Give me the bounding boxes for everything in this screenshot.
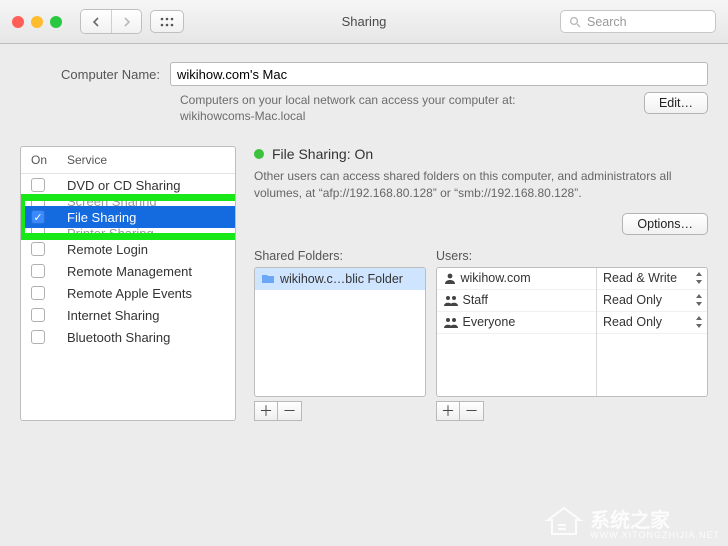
checkbox[interactable] [31, 286, 45, 300]
add-user-button[interactable]: ＋ [436, 401, 460, 421]
status-dot-icon [254, 149, 264, 159]
permission-select[interactable]: Read Only [597, 290, 707, 312]
checkbox[interactable] [31, 308, 45, 322]
service-row-bluetooth-sharing[interactable]: Bluetooth Sharing [21, 326, 235, 348]
user-icon [443, 272, 457, 284]
add-folder-button[interactable]: ＋ [254, 401, 278, 421]
forward-button[interactable] [111, 10, 141, 33]
computer-name-help: Computers on your local network can acce… [180, 92, 634, 124]
shared-folders-label: Shared Folders: [254, 249, 426, 263]
search-field[interactable]: Search [560, 10, 716, 33]
grid-icon [160, 17, 174, 27]
list-item[interactable]: Staff [437, 290, 596, 312]
checkbox[interactable] [31, 228, 45, 238]
permission-select[interactable]: Read Only [597, 312, 707, 334]
stepper-icon [695, 294, 703, 306]
checkbox[interactable] [31, 196, 45, 206]
service-row-screen-sharing[interactable]: Screen Sharing [21, 196, 235, 206]
checkbox[interactable] [31, 330, 45, 344]
content: Computer Name: Computers on your local n… [0, 44, 728, 433]
chevron-left-icon [92, 17, 100, 27]
checkbox[interactable] [31, 264, 45, 278]
service-row-dvd[interactable]: DVD or CD Sharing [21, 174, 235, 196]
zoom-button[interactable] [50, 16, 62, 28]
status-title: File Sharing: On [272, 146, 373, 162]
group-icon [443, 316, 459, 328]
service-list[interactable]: On Service DVD or CD Sharing Screen Shar… [20, 146, 236, 420]
status-description: Other users can access shared folders on… [254, 168, 708, 200]
chevron-right-icon [123, 17, 131, 27]
users-label: Users: [436, 249, 708, 263]
folder-icon [261, 273, 275, 284]
shared-folders-list[interactable]: wikihow.c…blic Folder [254, 267, 426, 397]
nav-group [80, 9, 142, 34]
checkbox[interactable] [31, 178, 45, 192]
service-row-remote-apple-events[interactable]: Remote Apple Events [21, 282, 235, 304]
users-list[interactable]: wikihow.com Staff Everyone [436, 267, 708, 397]
options-button[interactable]: Options… [622, 213, 708, 235]
house-icon [544, 504, 584, 540]
search-icon [569, 16, 581, 28]
service-row-remote-login[interactable]: Remote Login [21, 238, 235, 260]
back-button[interactable] [81, 10, 111, 33]
watermark: 系统之家 WWW.XITONGZHIJIA.NET [544, 504, 720, 540]
edit-button[interactable]: Edit… [644, 92, 708, 114]
titlebar: Sharing Search [0, 0, 728, 44]
service-row-printer-sharing[interactable]: Printer Sharing [21, 228, 235, 238]
checkbox[interactable] [31, 242, 45, 256]
window-controls [12, 16, 62, 28]
computer-name-label: Computer Name: [20, 67, 160, 82]
group-icon [443, 294, 459, 306]
service-row-internet-sharing[interactable]: Internet Sharing [21, 304, 235, 326]
list-item[interactable]: Everyone [437, 312, 596, 334]
list-item[interactable]: wikihow.c…blic Folder [255, 268, 425, 290]
remove-folder-button[interactable]: － [278, 401, 302, 421]
stepper-icon [695, 316, 703, 328]
detail-pane: File Sharing: On Other users can access … [254, 146, 708, 420]
service-list-header: On Service [21, 147, 235, 174]
permission-select[interactable]: Read & Write [597, 268, 707, 290]
close-button[interactable] [12, 16, 24, 28]
list-item[interactable]: wikihow.com [437, 268, 596, 290]
service-row-remote-management[interactable]: Remote Management [21, 260, 235, 282]
checkbox-checked[interactable]: ✓ [31, 210, 45, 224]
service-row-file-sharing[interactable]: ✓ File Sharing [21, 206, 235, 228]
stepper-icon [695, 272, 703, 284]
minimize-button[interactable] [31, 16, 43, 28]
search-placeholder: Search [587, 15, 627, 29]
show-all-button[interactable] [150, 10, 184, 33]
computer-name-input[interactable] [170, 62, 708, 86]
remove-user-button[interactable]: － [460, 401, 484, 421]
